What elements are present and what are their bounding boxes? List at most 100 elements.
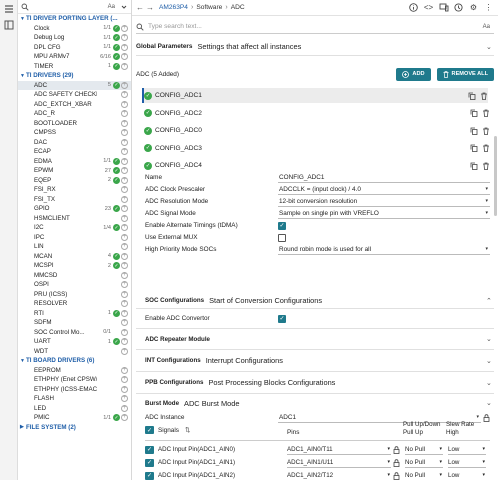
sidebar-search[interactable]: Aa: [18, 0, 131, 14]
sidebar-category[interactable]: ▶ FILE SYSTEM (2): [18, 423, 131, 433]
sidebar-item[interactable]: SOC Control Mo... 0/1 +: [18, 328, 131, 338]
add-circle-icon[interactable]: +: [121, 110, 128, 118]
sidebar-item[interactable]: ADC_EXTCH_XBAR +: [18, 100, 131, 110]
row-checkbox[interactable]: ✓: [145, 458, 154, 467]
copy-icon[interactable]: [468, 92, 476, 100]
forward-icon[interactable]: →: [146, 3, 156, 12]
sidebar-item[interactable]: EEPROM +: [18, 366, 131, 376]
config-select[interactable]: ADCCLK = (input clock) / 4.0 ▾: [278, 185, 490, 195]
add-circle-icon[interactable]: +: [121, 167, 128, 175]
sidebar-item[interactable]: PRU (ICSS) +: [18, 290, 131, 300]
slew-select[interactable]: Low ▾: [448, 471, 486, 480]
row-checkbox[interactable]: ✓: [145, 445, 154, 454]
sidebar-item[interactable]: ADC SAFETY CHECKER +: [18, 90, 131, 100]
remove-all-button[interactable]: REMOVE ALL: [436, 67, 494, 81]
add-circle-icon[interactable]: +: [121, 319, 128, 327]
copy-icon[interactable]: [470, 127, 478, 135]
add-circle-icon[interactable]: +: [121, 271, 128, 279]
add-circle-icon[interactable]: +: [121, 376, 128, 384]
trash-icon[interactable]: [480, 92, 488, 100]
sidebar-item[interactable]: WDT +: [18, 347, 131, 357]
sidebar-item[interactable]: DAC +: [18, 138, 131, 148]
slew-select[interactable]: Low ▾: [448, 445, 486, 455]
chevron-down-icon[interactable]: ⌄: [486, 357, 494, 365]
add-circle-icon[interactable]: +: [121, 290, 128, 298]
pin-select[interactable]: ADC1_AIN0/T11 ▾: [287, 445, 391, 455]
add-circle-icon[interactable]: +: [121, 205, 128, 213]
scrollbar-thumb[interactable]: [494, 136, 497, 216]
add-circle-icon[interactable]: +: [121, 281, 128, 289]
lock-icon[interactable]: [393, 445, 400, 454]
sidebar-item[interactable]: MMCSD +: [18, 271, 131, 281]
lock-icon[interactable]: [393, 471, 400, 480]
chevron-up-icon[interactable]: ⌃: [486, 297, 494, 305]
sidebar-item[interactable]: EPWM 27 ✓ +: [18, 166, 131, 176]
add-circle-icon[interactable]: +: [121, 366, 128, 374]
sidebar-item[interactable]: MCAN 4 ✓ +: [18, 252, 131, 262]
sidebar-item[interactable]: SDFM +: [18, 318, 131, 328]
lock-icon[interactable]: [393, 458, 400, 467]
sort-icon[interactable]: ⇅: [185, 426, 190, 434]
add-circle-icon[interactable]: +: [121, 100, 128, 108]
sidebar-category[interactable]: ▼ TI DRIVERS (29): [18, 71, 131, 81]
info-icon[interactable]: [408, 2, 419, 13]
sidebar-item[interactable]: DPL CFG 1/1 ✓ +: [18, 43, 131, 53]
add-circle-icon[interactable]: +: [121, 62, 128, 70]
add-circle-icon[interactable]: +: [121, 338, 128, 346]
config-checkbox[interactable]: [278, 233, 286, 242]
config-checkbox[interactable]: ✓: [278, 221, 286, 230]
add-circle-icon[interactable]: +: [121, 91, 128, 99]
add-circle-icon[interactable]: +: [121, 176, 128, 184]
match-case-toggle[interactable]: Aa: [108, 4, 115, 10]
sidebar-item[interactable]: ECAP +: [18, 147, 131, 157]
sidebar-item[interactable]: FSI_TX +: [18, 195, 131, 205]
sidebar-category[interactable]: ▼ TI DRIVER PORTING LAYER (...: [18, 14, 131, 24]
add-circle-icon[interactable]: +: [121, 53, 128, 61]
pin-select[interactable]: ADC1_AIN2/T12 ▾: [287, 471, 391, 480]
add-circle-icon[interactable]: +: [121, 385, 128, 393]
select-all-checkbox[interactable]: ✓: [145, 426, 154, 434]
add-circle-icon[interactable]: +: [121, 43, 128, 51]
config-select[interactable]: Sample on single pin with VREFLO ▾: [278, 209, 490, 219]
sidebar-item[interactable]: CMPSS +: [18, 128, 131, 138]
panel-icon[interactable]: [4, 20, 14, 30]
copy-icon[interactable]: [470, 144, 478, 152]
devices-icon[interactable]: [438, 2, 449, 13]
add-circle-icon[interactable]: +: [121, 186, 128, 194]
chevron-down-icon[interactable]: ⌄: [486, 379, 494, 387]
add-circle-icon[interactable]: +: [121, 309, 128, 317]
sidebar-item[interactable]: Debug Log 1/1 ✓ +: [18, 33, 131, 43]
add-circle-icon[interactable]: +: [121, 24, 128, 32]
sidebar-item[interactable]: LED +: [18, 404, 131, 414]
match-case-toggle[interactable]: Aa: [483, 24, 490, 30]
add-circle-icon[interactable]: +: [121, 395, 128, 403]
breadcrumb-device[interactable]: AM263P4: [159, 4, 188, 11]
adc-repeater-section[interactable]: ADC Repeater Module ⌄: [136, 328, 494, 350]
add-circle-icon[interactable]: +: [121, 138, 128, 146]
chevron-down-icon[interactable]: ⌄: [486, 399, 494, 407]
adc-instance-item[interactable]: ✓ CONFIG_ADC0: [144, 123, 490, 138]
sidebar-category[interactable]: ▼ TI BOARD DRIVERS (6): [18, 356, 131, 366]
add-circle-icon[interactable]: +: [121, 34, 128, 42]
soc-configurations-section[interactable]: SOC Configurations Start of Conversion C…: [136, 293, 494, 309]
sidebar-item[interactable]: RTI 1 ✓ +: [18, 309, 131, 319]
sidebar-item[interactable]: TIMER 1 ✓ +: [18, 62, 131, 72]
sidebar-item[interactable]: ETHPHY (ICSS-EMAC) +: [18, 385, 131, 395]
add-circle-icon[interactable]: +: [121, 404, 128, 412]
chevron-down-icon[interactable]: ⌄: [486, 335, 494, 343]
add-circle-icon[interactable]: +: [121, 157, 128, 165]
sidebar-item[interactable]: EQEP 2 ✓ +: [18, 176, 131, 186]
copy-icon[interactable]: [470, 162, 478, 170]
trash-icon[interactable]: [482, 162, 490, 170]
config-text-input[interactable]: CONFIG_ADC1: [278, 173, 490, 183]
pull-select[interactable]: No Pull ▾: [405, 445, 443, 455]
adc-instance-item[interactable]: ✓ CONFIG_ADC2: [144, 106, 490, 121]
sidebar-item[interactable]: GPIO 23 ✓ +: [18, 204, 131, 214]
burst-mode-section[interactable]: Burst Mode ADC Burst Mode ⌄: [136, 394, 494, 412]
config-select[interactable]: Round robin mode is used for all ▾: [278, 245, 490, 255]
add-circle-icon[interactable]: +: [121, 224, 128, 232]
add-circle-icon[interactable]: +: [121, 414, 128, 422]
add-circle-icon[interactable]: +: [121, 233, 128, 241]
add-circle-icon[interactable]: +: [121, 129, 128, 137]
sidebar-item[interactable]: ADC 5 ✓ +: [18, 80, 131, 90]
